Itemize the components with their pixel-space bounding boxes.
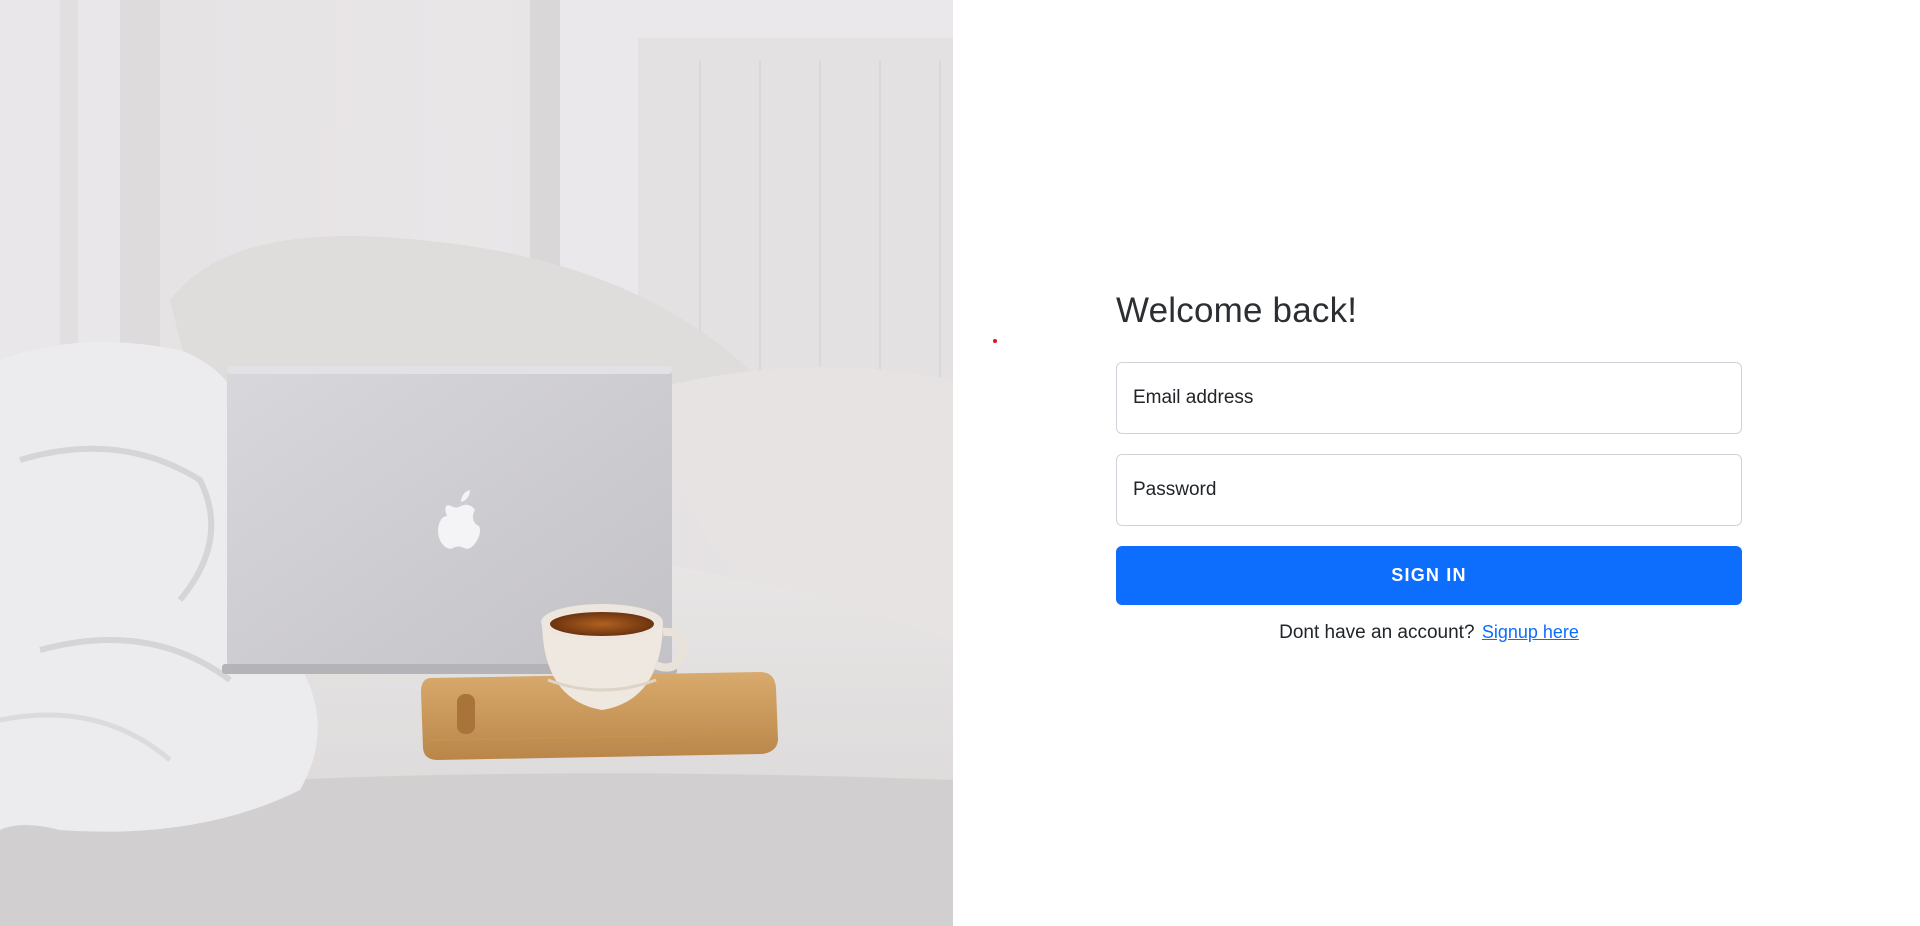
password-field[interactable] [1117, 455, 1741, 525]
hero-photo [0, 0, 953, 926]
red-dot-marker [993, 339, 997, 343]
email-field-wrapper [1116, 362, 1742, 434]
email-field[interactable] [1117, 363, 1741, 433]
bedroom-laptop-illustration [0, 0, 953, 926]
login-page: Welcome back! SIGN IN Dont have an accou… [0, 0, 1920, 926]
login-form: Welcome back! SIGN IN Dont have an accou… [1116, 288, 1742, 646]
signup-prompt-text: Dont have an account? [1279, 622, 1475, 643]
signup-link[interactable]: Signup here [1482, 622, 1579, 642]
signup-prompt-row: Dont have an account? Signup here [1116, 619, 1742, 646]
page-title: Welcome back! [1116, 291, 1358, 330]
password-field-wrapper [1116, 454, 1742, 526]
login-panel: Welcome back! SIGN IN Dont have an accou… [953, 0, 1920, 926]
sign-in-button[interactable]: SIGN IN [1116, 546, 1742, 605]
